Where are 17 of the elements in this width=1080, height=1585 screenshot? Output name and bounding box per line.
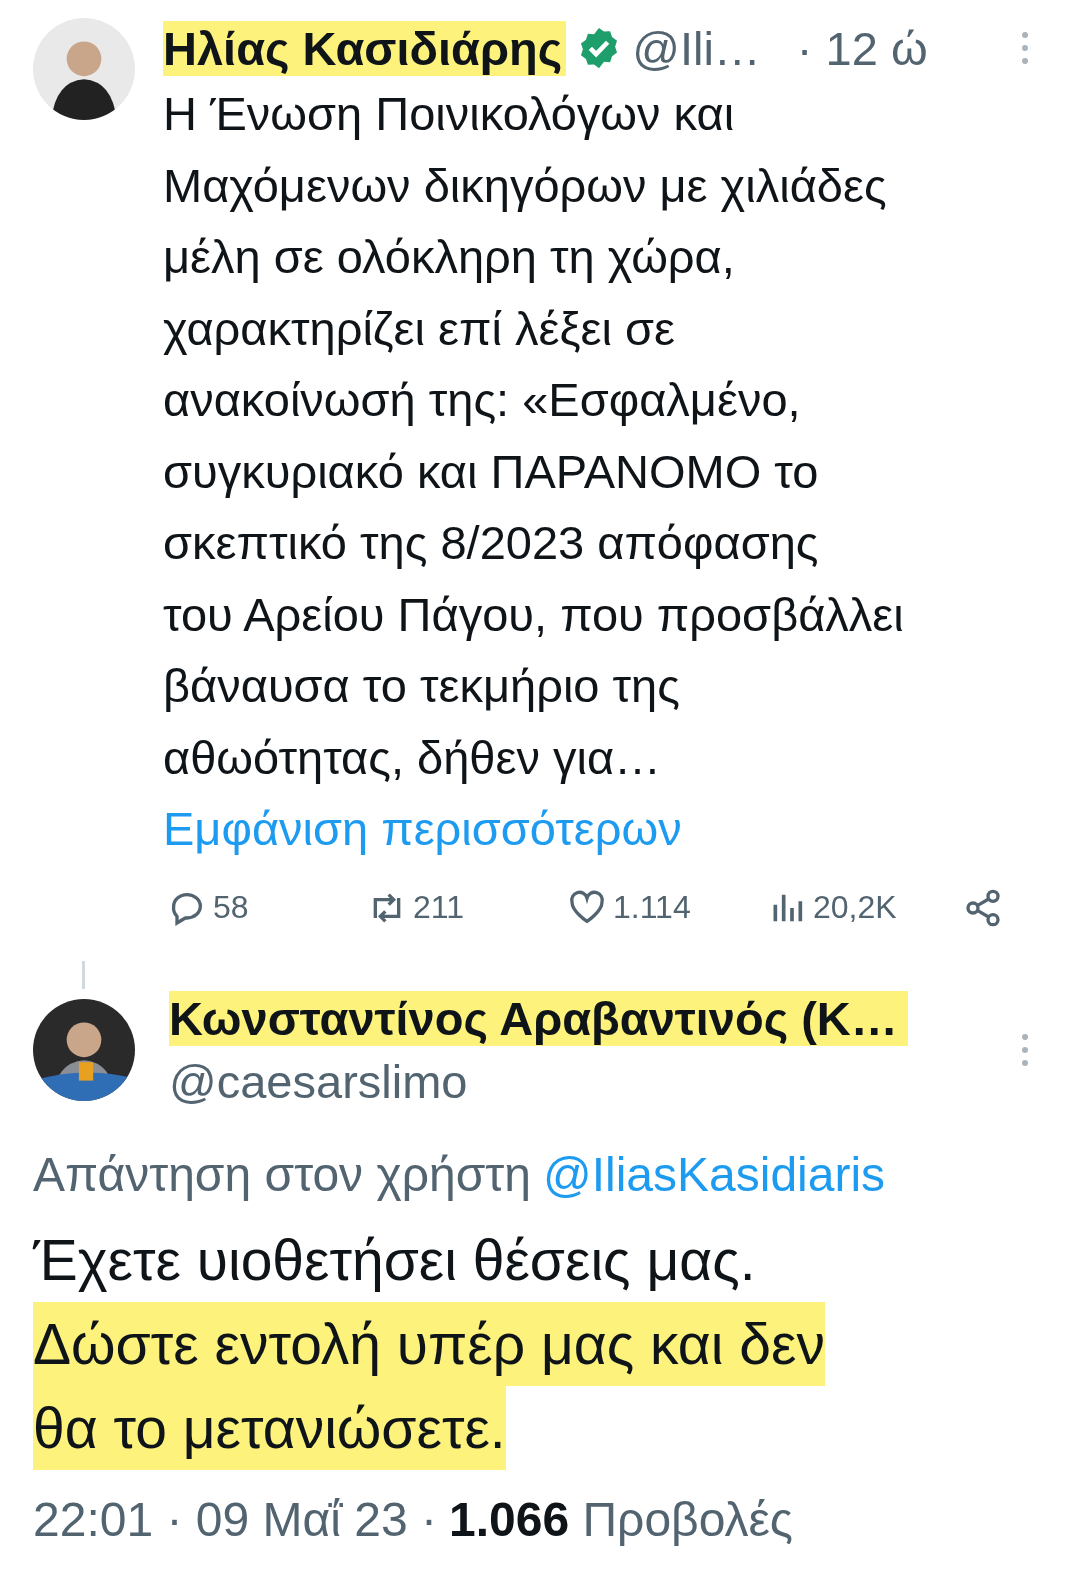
post-timestamp: 22:01 · 09 Μαΐ 23 · <box>33 1491 437 1547</box>
action-count: 211 <box>413 889 464 926</box>
action-count: 1.114 <box>613 889 691 926</box>
author-handle[interactable]: @Ili… <box>632 20 761 76</box>
author-name[interactable]: Ηλίας Κασιδιάρης <box>163 20 567 76</box>
author-name[interactable]: Κωνσταντίνος Αραβαντινός (Κ… <box>169 990 908 1046</box>
highlighted-text: θα το μετανιώσετε. <box>33 1385 506 1470</box>
highlighted-text: Δώστε εντολή υπέρ μας και δεν <box>33 1301 825 1386</box>
action-count: 20,2K <box>813 889 897 926</box>
replying-to-text: Απάντηση στον χρήστη <box>33 1146 531 1202</box>
view-count: 1.066 Προβολές <box>448 1491 793 1547</box>
action-count: 58 <box>213 889 249 926</box>
share-icon[interactable] <box>963 887 1003 928</box>
tweet-text: Η Ένωση Ποινικολόγων και Μαχόμενων δικηγόρων με χιλιάδες μέλη σε ολόκληρη τη χώρα, χαρακτηρίζει επί λέξει σε ανακοίνωσή της: «Εσφαλμένο, συγκυριακό και ΠΑΡΑΝΟΜΟ το σκεπτικό της 8/2023 απόφασης του Αρείου Πάγου, που προσβάλλει βάναυσα το τεκμήριο της αθωότητας, δήθεν για… <box>163 86 904 786</box>
post-time: · 12 ώ <box>796 20 928 76</box>
author-handle[interactable]: @caesarslimo <box>169 1053 468 1109</box>
reply-text: Έχετε υιοθετήσει θέσεις μας. <box>33 1226 756 1294</box>
